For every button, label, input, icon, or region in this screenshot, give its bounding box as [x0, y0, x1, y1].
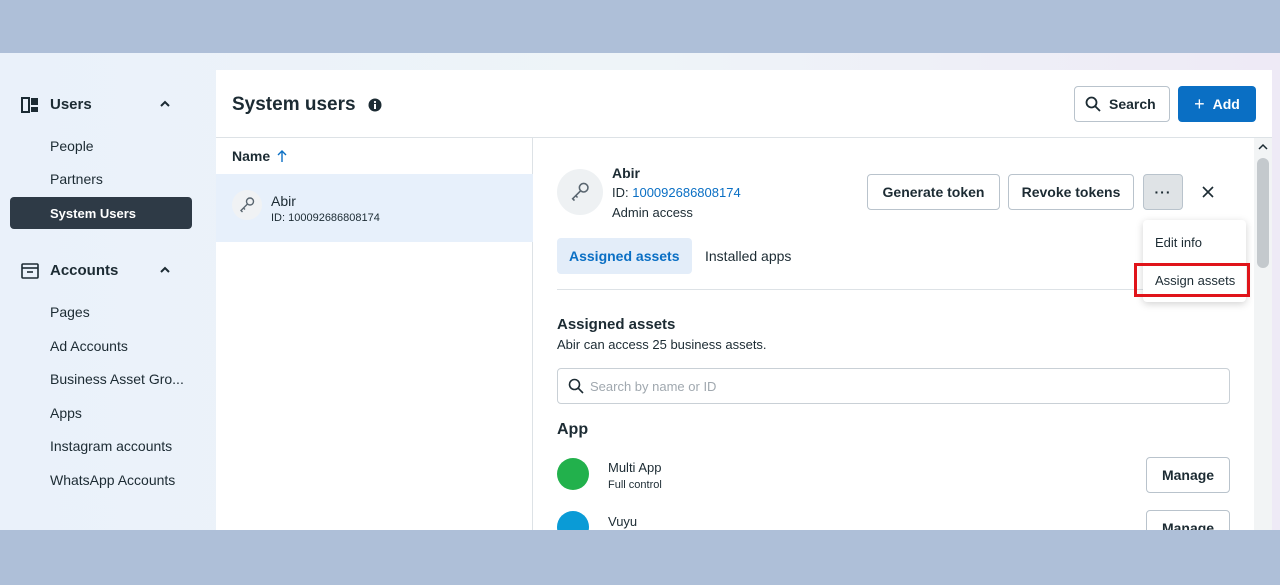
sidebar-section-users[interactable]: Users [10, 88, 192, 120]
sidebar-item-ad-accounts[interactable]: Ad Accounts [10, 330, 192, 362]
sidebar-item-partners[interactable]: Partners [10, 163, 192, 195]
table-row[interactable]: Abir ID: 100092686808174 [216, 174, 533, 242]
search-button-label: Search [1109, 96, 1156, 112]
detail-scrollbar[interactable] [1254, 138, 1272, 530]
app-access: Full control [608, 479, 662, 491]
user-access-level: Admin access [612, 205, 693, 220]
more-options-button[interactable]: ··· [1143, 174, 1183, 210]
multi-app-icon [557, 458, 589, 490]
manage-button[interactable]: Manage [1146, 510, 1230, 530]
avatar [232, 190, 262, 220]
section-title: Assigned assets [557, 316, 676, 333]
generate-token-button[interactable]: Generate token [867, 174, 1000, 210]
sort-ascending-icon [277, 150, 287, 162]
sidebar-item-business-asset-groups[interactable]: Business Asset Gro... [10, 363, 192, 395]
asset-search-input[interactable] [590, 378, 1190, 394]
section-subtitle: Abir can access 25 business assets. [557, 337, 767, 352]
sidebar-section-accounts[interactable]: Accounts [10, 254, 192, 286]
row-id: ID: 100092686808174 [271, 212, 380, 224]
tab-installed-apps[interactable]: Installed apps [693, 238, 803, 274]
chevron-up-icon[interactable] [158, 263, 172, 277]
sidebar: Users People Partners System Users Accou… [0, 53, 205, 530]
page-header: System users Search + Add [216, 70, 1272, 138]
chevron-up-icon[interactable] [1258, 142, 1268, 152]
sidebar-item-whatsapp-accounts[interactable]: WhatsApp Accounts [10, 464, 192, 496]
avatar [557, 169, 603, 215]
app-name: Multi App [608, 460, 662, 475]
manage-button[interactable]: Manage [1146, 457, 1230, 493]
app-name: Vuyu [608, 514, 638, 529]
sidebar-section-label: Users [50, 95, 92, 113]
close-icon[interactable] [1200, 184, 1216, 200]
user-id-prefix: ID: [612, 185, 633, 200]
sidebar-item-people[interactable]: People [10, 130, 192, 162]
user-detail-panel: Abir ID: 100092686808174 Admin access Ge… [534, 138, 1254, 530]
accounts-icon [21, 263, 39, 279]
chevron-up-icon[interactable] [158, 97, 172, 111]
main-panel: System users Search + Add Name Abir ID: … [216, 70, 1272, 530]
tab-assigned-assets[interactable]: Assigned assets [557, 238, 692, 274]
app-section-heading: App [557, 421, 589, 438]
key-icon [571, 182, 589, 202]
revoke-tokens-button[interactable]: Revoke tokens [1008, 174, 1134, 210]
info-icon[interactable] [368, 98, 382, 112]
asset-search-field[interactable] [557, 368, 1230, 404]
search-icon [568, 378, 584, 394]
row-name: Abir [271, 193, 296, 209]
name-column-header[interactable]: Name [232, 148, 288, 164]
sidebar-item-apps[interactable]: Apps [10, 397, 192, 429]
vuyu-app-icon [557, 511, 589, 530]
sidebar-section-label: Accounts [50, 261, 119, 279]
add-button-label: Add [1212, 96, 1240, 112]
user-id-value[interactable]: 100092686808174 [632, 185, 740, 200]
column-header-label: Name [232, 148, 271, 164]
divider [557, 289, 1230, 290]
plus-icon: + [1194, 93, 1205, 114]
sidebar-item-instagram-accounts[interactable]: Instagram accounts [10, 430, 192, 462]
menu-item-edit-info[interactable]: Edit info [1143, 226, 1246, 258]
page-title: System users [232, 94, 356, 115]
add-button[interactable]: + Add [1178, 86, 1256, 122]
user-id: ID: 100092686808174 [612, 185, 741, 200]
scrollbar-thumb[interactable] [1257, 158, 1269, 268]
user-name: Abir [612, 165, 640, 181]
sidebar-item-pages[interactable]: Pages [10, 296, 192, 328]
sidebar-item-system-users[interactable]: System Users [10, 197, 192, 229]
users-icon [21, 97, 38, 113]
highlight-box [1134, 263, 1250, 297]
business-settings-frame: Users People Partners System Users Accou… [0, 53, 1280, 530]
system-users-list: Name Abir ID: 100092686808174 [216, 138, 533, 530]
search-icon [1085, 96, 1101, 112]
search-button[interactable]: Search [1074, 86, 1170, 122]
key-icon [240, 197, 255, 213]
